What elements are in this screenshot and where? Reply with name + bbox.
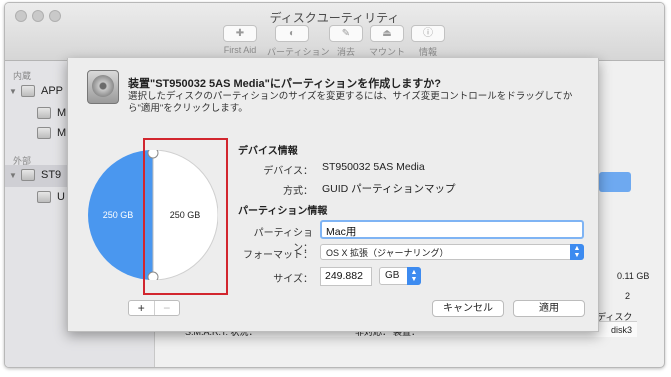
sheet-description: 選択したディスクのパーティションのサイズを変更するには、サイズ変更コントロールを… [128,91,573,114]
sidebar-item-st9[interactable]: ▼ ST9 [9,169,61,182]
background-cell: 0.11 GB [617,271,650,281]
cancel-button[interactable]: キャンセル [432,300,504,317]
size-input[interactable]: 249.882 [320,267,372,286]
apply-button[interactable]: 適用 [513,300,585,317]
scheme-label: 方式： [283,186,313,197]
first-aid-tool[interactable]: ✚ First Aid [215,25,265,55]
partition-icon: ◐ [275,25,309,42]
internal-header: 内蔵 [13,71,32,81]
device-info-heading: デバイス情報 [238,146,298,157]
title-bar: ディスクユーティリティ ✚ First Aid ◐ パーティション ✎ 消去 ⏏… [5,3,664,61]
partition-tool[interactable]: ◐ パーティション [267,25,330,58]
volume-icon [37,107,51,120]
highlight-box [143,138,228,295]
updown-chevron-icon: ▲ ▼ [570,244,584,260]
format-value: OS X 拡張（ジャーナリング） [326,248,449,258]
info-tool[interactable]: ⓘ 情報 [403,25,453,58]
sidebar-item-volume[interactable]: U [37,191,65,204]
size-unit-value: GB [385,270,400,281]
first-aid-icon: ✚ [223,25,257,42]
add-partition-button[interactable]: + [129,301,154,315]
info-icon: ⓘ [411,25,445,42]
background-cell: disk3 [611,325,633,335]
mount-icon: ⏏ [370,25,404,42]
sheet-title: 装置"ST950032 5AS Media"にパーティションを作成しますか? [128,78,441,90]
size-unit-select[interactable]: GB ▲ ▼ [379,267,421,285]
scheme-value: GUID パーティションマップ [322,183,456,195]
volume-icon [37,191,51,204]
size-label: サイズ： [273,274,313,285]
background-cell: 2 [625,291,631,301]
sidebar-item-volume[interactable]: M [37,107,66,120]
sidebar-item-app[interactable]: ▼ APP [9,85,63,98]
device-value: ST950032 5AS Media [322,161,425,173]
hard-drive-icon [87,70,119,104]
device-label: デバイス： [263,166,313,177]
info-label: 情報 [418,47,437,57]
slice-left-label: 250 GB [103,210,134,220]
updown-chevron-icon: ▲ ▼ [407,267,421,285]
partition-info-heading: パーティション情報 [238,206,328,217]
sidebar-item-volume[interactable]: M [37,127,66,140]
add-remove-partition-control: + − [128,300,180,316]
partition-name-input[interactable]: Mac用 [320,220,584,239]
disk-icon [21,169,35,182]
background-highlight [599,172,631,192]
format-select[interactable]: OS X 拡張（ジャーナリング） ▲ ▼ [320,244,584,260]
partition-sheet: 装置"ST950032 5AS Media"にパーティションを作成しますか? 選… [67,58,599,332]
partition-label: パーティション [267,47,330,57]
format-label: フォーマット： [243,250,313,261]
volume-icon [37,127,51,140]
remove-partition-button[interactable]: − [153,301,180,315]
erase-icon: ✎ [329,25,363,42]
disk-icon [21,85,35,98]
disclosure-triangle-icon[interactable]: ▼ [9,87,21,96]
window-title: ディスクユーティリティ [269,11,400,25]
disclosure-triangle-icon[interactable]: ▼ [9,171,21,180]
first-aid-label: First Aid [223,45,257,55]
